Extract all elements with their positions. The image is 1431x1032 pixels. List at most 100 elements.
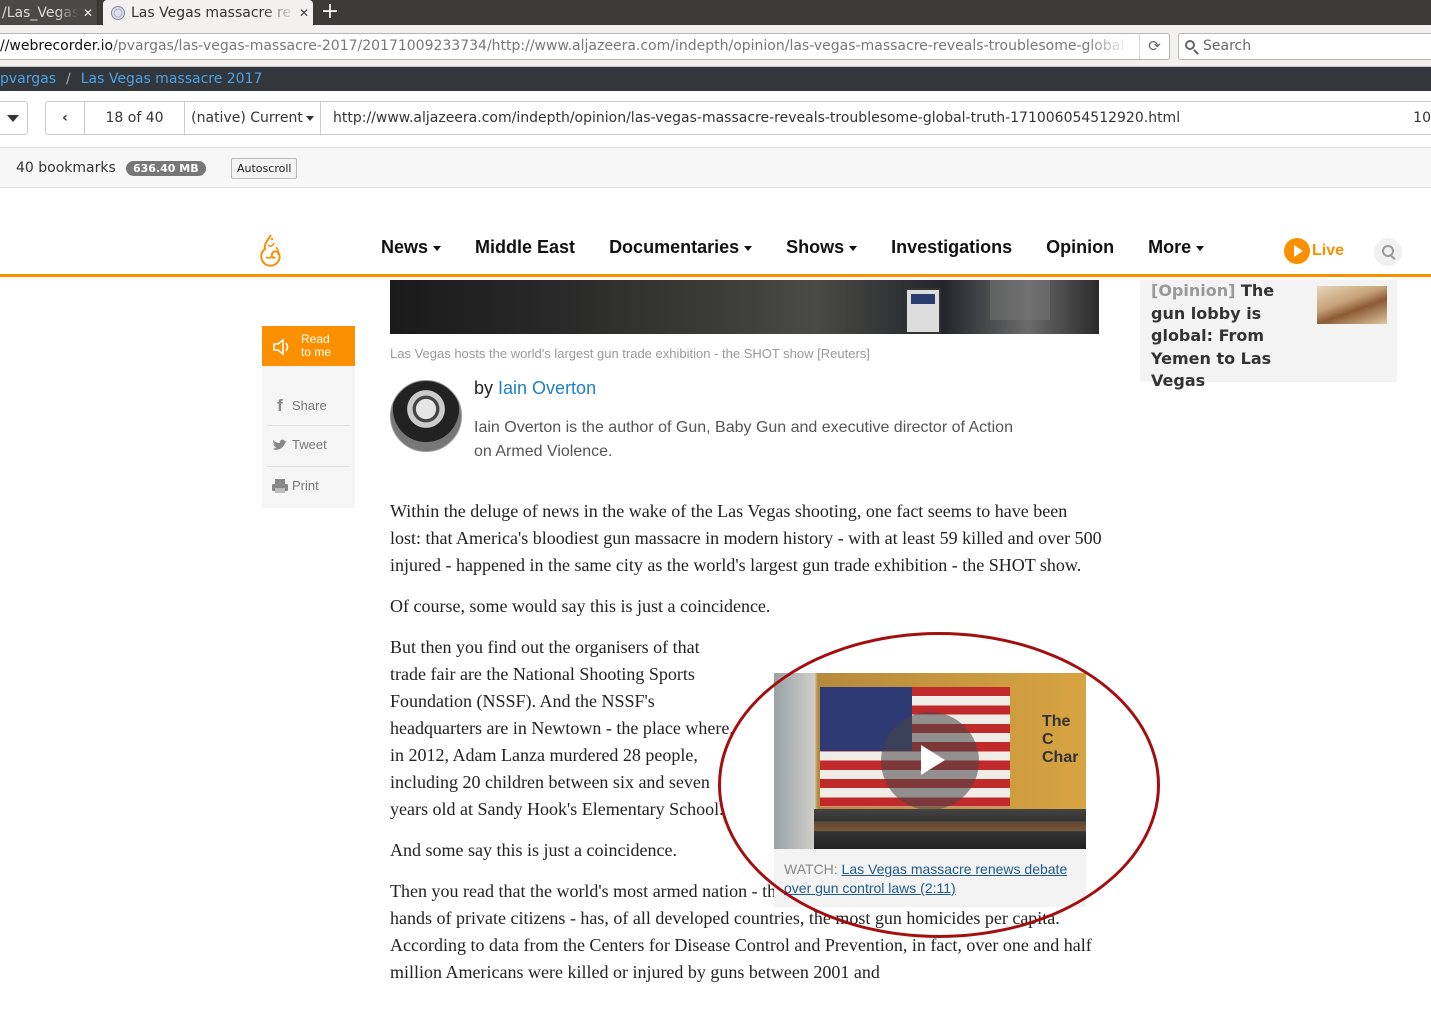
share-label: Share	[292, 398, 327, 413]
nav-item-middle-east[interactable]: Middle East	[475, 237, 575, 258]
nav-label: Documentaries	[609, 237, 740, 257]
live-label: Live	[1312, 242, 1345, 259]
embedded-video: The C Char WATCH: Las Vegas massacre rene…	[774, 673, 1086, 907]
tweet-label: Tweet	[292, 437, 327, 452]
browser-tab-strip: /Las_Vegas ✕ Las Vegas massacre re ✕ +	[0, 0, 1431, 25]
browser-navbar: //webrecorder.io/pvargas/las-vegas-massa…	[0, 25, 1431, 67]
url-overflow-text: 10	[1413, 110, 1431, 126]
share-panel: Read to me f Share Tweet Print	[262, 326, 355, 508]
author-avatar[interactable]	[390, 380, 462, 452]
replay-url-input[interactable]: http://www.aljazeera.com/indepth/opinion…	[320, 101, 1431, 135]
collection-stats-bar: 40 bookmarks 636.40 MB Autoscroll	[0, 148, 1431, 188]
read-to-me-button[interactable]: Read to me	[262, 326, 355, 366]
nav-item-investigations[interactable]: Investigations	[891, 237, 1012, 258]
video-caption: WATCH: Las Vegas massacre renews debate …	[784, 860, 1082, 898]
replay-mode-dropdown[interactable]: (native) Current	[184, 101, 321, 135]
replay-mode-label: (native) Current	[191, 110, 303, 126]
chevron-left-icon: ‹	[62, 110, 68, 126]
hero-flag-detail	[905, 288, 941, 334]
speaker-icon	[273, 338, 289, 356]
hero-caption: Las Vegas hosts the world's largest gun …	[390, 346, 870, 361]
related-article-title: [Opinion] The gun lobby is global: From …	[1151, 280, 1311, 393]
address-text: //webrecorder.io/pvargas/las-vegas-massa…	[0, 38, 1130, 54]
printer-icon	[272, 479, 288, 493]
tab-title: /Las_Vegas	[2, 4, 79, 21]
byline: by Iain Overton	[474, 378, 596, 399]
primary-nav: News Middle East Documentaries Shows Inv…	[381, 237, 1238, 258]
autoscroll-button[interactable]: Autoscroll	[231, 158, 298, 179]
nav-label: Middle East	[475, 237, 576, 257]
video-sign-text: The C Char	[1042, 713, 1086, 767]
breadcrumb-user-link[interactable]: pvargas	[0, 71, 56, 87]
webrecorder-breadcrumb: pvargas / Las Vegas massacre 2017	[0, 67, 1431, 91]
nav-item-opinion[interactable]: Opinion	[1046, 237, 1114, 258]
reload-icon[interactable]: ⟳	[1139, 34, 1169, 59]
nav-item-news[interactable]: News	[381, 237, 442, 258]
related-article-thumbnail	[1317, 286, 1387, 324]
read-line-2: to me	[301, 345, 332, 359]
replay-controls: ‹ 18 of 40 (native) Current http://www.a…	[0, 91, 1431, 148]
browser-tab-active[interactable]: Las Vegas massacre re ✕	[103, 0, 313, 25]
video-thumbnail[interactable]: The C Char	[774, 673, 1086, 849]
search-placeholder: Search	[1203, 38, 1252, 54]
al-jazeera-logo-icon[interactable]	[258, 233, 284, 269]
breadcrumb-collection-link[interactable]: Las Vegas massacre 2017	[81, 71, 263, 87]
nav-item-shows[interactable]: Shows	[786, 237, 858, 258]
author-bio: Iain Overton is the author of Gun, Baby …	[474, 419, 1013, 460]
globe-favicon-icon	[111, 5, 125, 20]
chevron-down-icon	[7, 114, 19, 122]
nav-label: More	[1148, 237, 1192, 257]
hero-image	[390, 280, 1099, 334]
nav-label: Investigations	[891, 237, 1013, 257]
nav-item-documentaries[interactable]: Documentaries	[609, 237, 753, 258]
facebook-icon: f	[277, 396, 283, 415]
video-guns-rack	[814, 809, 1086, 849]
sign-line-1: The C	[1042, 713, 1071, 748]
live-button[interactable]: Live	[1284, 238, 1344, 264]
hero-detail	[990, 280, 1050, 320]
breadcrumb-separator: /	[66, 71, 71, 87]
close-tab-icon[interactable]: ✕	[79, 6, 97, 20]
author-link[interactable]: Iain Overton	[498, 378, 596, 398]
article-paragraph: Of course, some would say this is just a…	[390, 596, 771, 616]
tab-title: Las Vegas massacre re	[131, 4, 292, 21]
chevron-down-icon	[433, 245, 442, 251]
byline-prefix: by	[474, 378, 494, 398]
sign-line-2: Char	[1042, 749, 1079, 766]
print-label: Print	[292, 478, 319, 493]
replay-url-text: http://www.aljazeera.com/indepth/opinion…	[333, 110, 1181, 126]
nav-label: News	[381, 237, 429, 257]
play-icon[interactable]	[881, 712, 979, 810]
nav-label: Shows	[786, 237, 845, 257]
chevron-down-icon	[305, 115, 314, 121]
nav-label: Opinion	[1046, 237, 1115, 257]
chevron-down-icon	[1196, 245, 1205, 251]
opinion-tag: [Opinion]	[1151, 281, 1236, 300]
bookmark-list-dropdown[interactable]	[0, 101, 28, 135]
browser-tab-las-vegas-wiki[interactable]: /Las_Vegas ✕	[0, 0, 98, 25]
search-icon	[1185, 40, 1195, 50]
article-paragraph: Within the deluge of news in the wake of…	[390, 501, 1102, 575]
site-search-icon[interactable]	[1374, 238, 1402, 266]
print-button[interactable]: Print	[267, 466, 350, 504]
previous-page-button[interactable]: ‹	[45, 101, 85, 135]
new-tab-plus-icon[interactable]: +	[318, 0, 342, 25]
browser-search-input[interactable]: Search	[1178, 33, 1431, 60]
share-facebook-button[interactable]: f Share	[267, 387, 350, 425]
size-badge: 636.40 MB	[126, 161, 206, 176]
nav-item-more[interactable]: More	[1148, 237, 1205, 258]
close-tab-icon[interactable]: ✕	[295, 6, 313, 20]
related-article-card[interactable]: [Opinion] The gun lobby is global: From …	[1140, 280, 1397, 390]
chevron-down-icon	[849, 245, 858, 251]
share-twitter-button[interactable]: Tweet	[267, 425, 350, 463]
chevron-down-icon	[744, 245, 753, 251]
twitter-icon	[273, 439, 287, 450]
site-header: News Middle East Documentaries Shows Inv…	[0, 188, 1431, 277]
article-paragraph: But then you find out the organisers of …	[390, 637, 734, 819]
play-circle-icon	[1284, 238, 1310, 264]
bookmark-count: 40 bookmarks	[16, 160, 116, 176]
address-bar[interactable]: //webrecorder.io/pvargas/las-vegas-massa…	[0, 33, 1170, 60]
read-label: Read to me	[301, 333, 341, 359]
watch-label: WATCH:	[784, 861, 838, 877]
page-counter: 18 of 40	[84, 101, 185, 135]
